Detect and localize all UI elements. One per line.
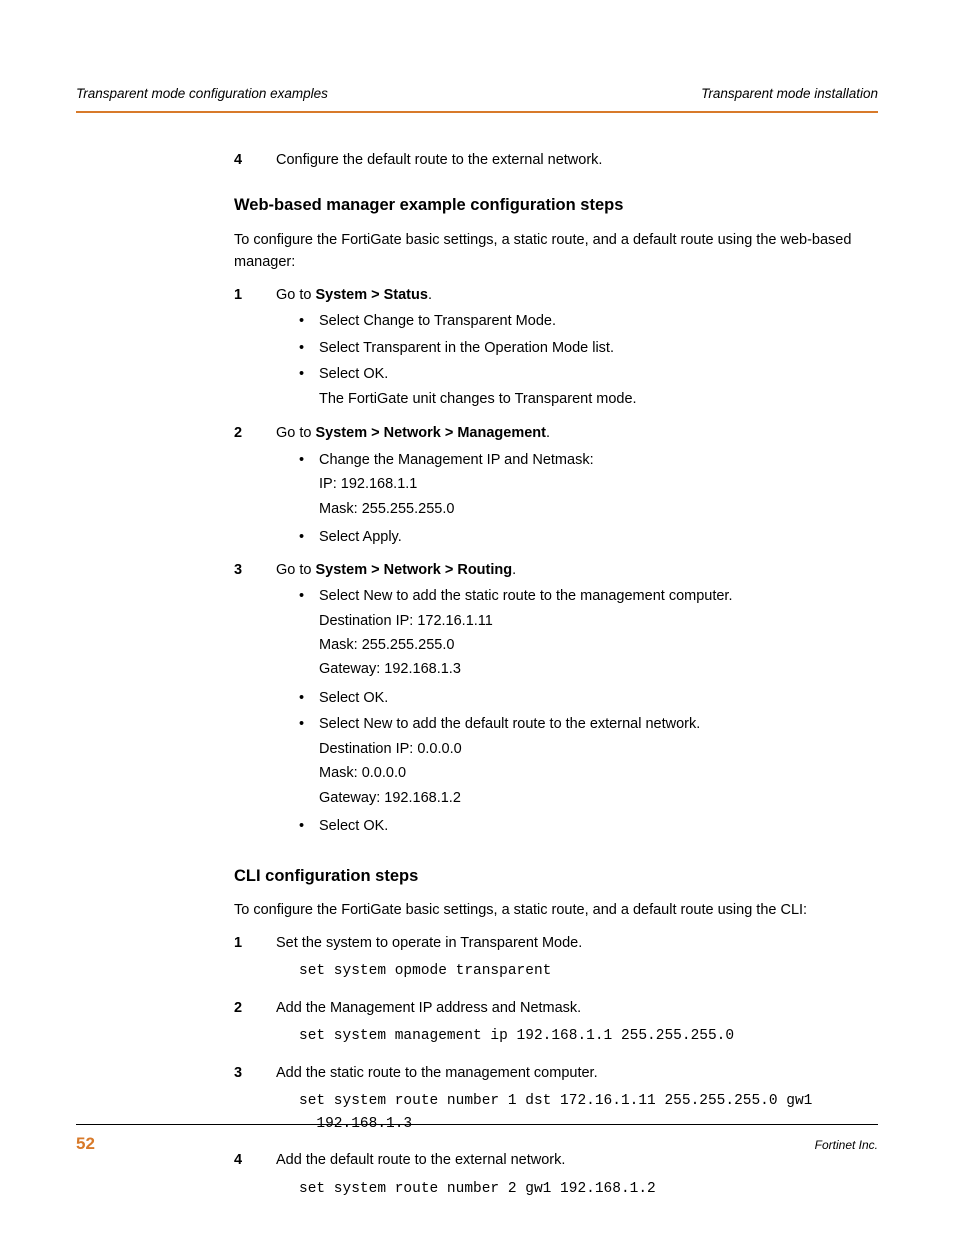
bullet-text: Select Transparent in the Operation Mode… [319, 337, 878, 359]
bullet-item: •Select New to add the static route to t… [299, 585, 878, 683]
list-step: 3Go to System > Network > Routing.•Selec… [234, 559, 878, 842]
step-lead: Go to System > Network > Routing. [276, 559, 878, 581]
bullet-dot-icon: • [299, 815, 319, 837]
bullet-dot-icon: • [299, 310, 319, 332]
section-a-intro: To configure the FortiGate basic setting… [234, 229, 878, 274]
bullet-item: •Change the Management IP and Netmask:IP… [299, 449, 878, 522]
bullet-item: •Select Change to Transparent Mode. [299, 310, 878, 332]
bullet-item: •Select Transparent in the Operation Mod… [299, 337, 878, 359]
step-number: 2 [234, 422, 276, 552]
bullet-dot-icon: • [299, 337, 319, 359]
code-block: set system management ip 192.168.1.1 255… [276, 1025, 878, 1047]
bullet-body: Select Change to Transparent Mode. [319, 310, 878, 332]
bullet-body: Select OK. [319, 815, 878, 837]
bullet-dot-icon: • [299, 687, 319, 709]
bullet-body: Select New to add the default route to t… [319, 713, 878, 811]
page-number: 52 [76, 1131, 95, 1157]
bullet-text: Select OK. [319, 815, 878, 837]
step-lead: Go to System > Network > Management. [276, 422, 878, 444]
section-b-title: CLI configuration steps [234, 864, 878, 890]
step-body: Set the system to operate in Transparent… [276, 932, 878, 991]
bullet-text: Change the Management IP and Netmask: [319, 449, 878, 471]
step-body: Go to System > Status.•Select Change to … [276, 284, 878, 416]
bullet-dot-icon: • [299, 363, 319, 412]
step-number: 3 [234, 559, 276, 842]
bullet-body: Select Transparent in the Operation Mode… [319, 337, 878, 359]
bullet-text: Select Apply. [319, 526, 878, 548]
bullet-subline: Mask: 255.255.255.0 [319, 498, 878, 520]
step-number: 1 [234, 932, 276, 991]
header-right: Transparent mode installation [701, 84, 878, 105]
bullet-item: •Select OK. [299, 815, 878, 837]
bullet-subline: Mask: 0.0.0.0 [319, 762, 878, 784]
pre-step-4: 4 Configure the default route to the ext… [234, 149, 878, 171]
bullet-subline: The FortiGate unit changes to Transparen… [319, 388, 878, 410]
bullet-dot-icon: • [299, 449, 319, 522]
bullet-text: Select OK. [319, 687, 878, 709]
list-step: 2Go to System > Network > Management.•Ch… [234, 422, 878, 552]
bullet-subline: Gateway: 192.168.1.3 [319, 658, 878, 680]
bullet-subline: Destination IP: 172.16.1.11 [319, 610, 878, 632]
section-a-title: Web-based manager example configuration … [234, 193, 878, 219]
bullet-text: Select New to add the default route to t… [319, 713, 878, 735]
bullet-body: Select OK. [319, 687, 878, 709]
footer-company: Fortinet Inc. [815, 1136, 878, 1155]
bullet-item: •Select New to add the default route to … [299, 713, 878, 811]
bullet-subline: Gateway: 192.168.1.2 [319, 787, 878, 809]
step-text: Add the Management IP address and Netmas… [276, 997, 878, 1019]
list-step: 1Set the system to operate in Transparen… [234, 932, 878, 991]
step-number: 4 [234, 1149, 276, 1208]
step-text: Add the static route to the management c… [276, 1062, 878, 1084]
step-text: Configure the default route to the exter… [276, 149, 878, 171]
step-lead: Go to System > Status. [276, 284, 878, 306]
bullet-list: •Select Change to Transparent Mode.•Sele… [276, 310, 878, 412]
content-area: 4 Configure the default route to the ext… [76, 149, 878, 1208]
bullet-item: •Select OK. The FortiGate unit changes to… [299, 363, 878, 412]
bullet-dot-icon: • [299, 585, 319, 683]
bullet-subline: IP: 192.168.1.1 [319, 473, 878, 495]
bullet-item: •Select Apply. [299, 526, 878, 548]
bullet-text: Select New to add the static route to th… [319, 585, 878, 607]
bullet-list: •Select New to add the static route to t… [276, 585, 878, 838]
list-step: 2Add the Management IP address and Netma… [234, 997, 878, 1056]
page-footer: 52 Fortinet Inc. [76, 1124, 878, 1157]
page-header: Transparent mode configuration examples … [76, 84, 878, 113]
step-number: 4 [234, 149, 276, 171]
bullet-text: Select Change to Transparent Mode. [319, 310, 878, 332]
header-left: Transparent mode configuration examples [76, 84, 328, 105]
bullet-subline: Destination IP: 0.0.0.0 [319, 738, 878, 760]
step-number: 2 [234, 997, 276, 1056]
step-text: Set the system to operate in Transparent… [276, 932, 878, 954]
step-number: 1 [234, 284, 276, 416]
section-b-intro: To configure the FortiGate basic setting… [234, 899, 878, 921]
code-block: set system route number 2 gw1 192.168.1.… [276, 1178, 878, 1200]
bullet-body: Change the Management IP and Netmask:IP:… [319, 449, 878, 522]
list-step: 4Add the default route to the external n… [234, 1149, 878, 1208]
bullet-list: •Change the Management IP and Netmask:IP… [276, 449, 878, 549]
step-body: Go to System > Network > Routing.•Select… [276, 559, 878, 842]
bullet-text: Select OK. [319, 363, 878, 385]
bullet-body: Select OK. The FortiGate unit changes to … [319, 363, 878, 412]
list-step: 1Go to System > Status.•Select Change to… [234, 284, 878, 416]
step-body: Go to System > Network > Management.•Cha… [276, 422, 878, 552]
step-body: Add the Management IP address and Netmas… [276, 997, 878, 1056]
bullet-body: Select New to add the static route to th… [319, 585, 878, 683]
bullet-body: Select Apply. [319, 526, 878, 548]
bullet-dot-icon: • [299, 526, 319, 548]
bullet-subline: Mask: 255.255.255.0 [319, 634, 878, 656]
bullet-item: •Select OK. [299, 687, 878, 709]
step-body: Add the default route to the external ne… [276, 1149, 878, 1208]
bullet-dot-icon: • [299, 713, 319, 811]
code-block: set system opmode transparent [276, 960, 878, 982]
